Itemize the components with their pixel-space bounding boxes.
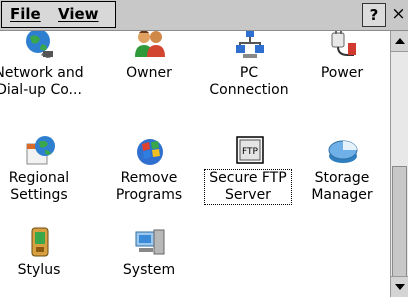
item-label: Network and Dial-up Co... bbox=[0, 65, 84, 98]
item-label: Storage Manager bbox=[311, 170, 373, 203]
help-button[interactable]: ? bbox=[362, 3, 386, 27]
owner-people-icon bbox=[135, 31, 165, 57]
regional-settings-icon bbox=[26, 136, 55, 165]
item-label: System bbox=[122, 262, 176, 278]
item-label: Power bbox=[320, 65, 364, 81]
control-panel-icon-grid: Network and Dial-up Co... Owner PC Conne… bbox=[0, 31, 390, 297]
item-label: Regional Settings bbox=[8, 170, 70, 203]
remove-programs-icon bbox=[137, 139, 163, 165]
ftp-icon-text: FTP bbox=[242, 147, 259, 157]
menu-area: File View bbox=[1, 1, 116, 28]
top-menu-bar: File View ? × bbox=[0, 0, 408, 31]
pc-connection-icon bbox=[236, 31, 264, 58]
menu-file[interactable]: File bbox=[10, 5, 41, 23]
item-label: Owner bbox=[126, 65, 172, 81]
network-globe-icon bbox=[26, 31, 53, 58]
close-button[interactable]: × bbox=[389, 3, 408, 27]
storage-manager-icon bbox=[328, 140, 358, 163]
item-label: Stylus bbox=[17, 262, 61, 278]
vertical-scrollbar[interactable] bbox=[390, 31, 408, 297]
scroll-down-arrow-icon[interactable] bbox=[391, 276, 408, 297]
item-label: PC Connection bbox=[209, 65, 289, 98]
item-label: Remove Programs bbox=[115, 170, 183, 203]
power-plug-icon bbox=[331, 31, 356, 56]
stylus-device-icon bbox=[31, 227, 49, 257]
ftp-icon: FTP bbox=[236, 136, 264, 164]
item-label: Secure FTP Server bbox=[204, 169, 292, 205]
menu-view[interactable]: View bbox=[58, 5, 99, 23]
scroll-thumb[interactable] bbox=[392, 166, 407, 278]
system-computer-icon bbox=[135, 229, 165, 255]
scroll-up-arrow-icon[interactable] bbox=[391, 31, 408, 52]
